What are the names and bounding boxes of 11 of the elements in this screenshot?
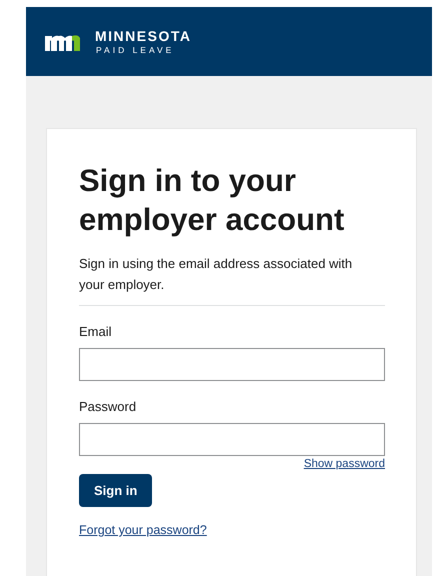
- field-label: Email: [79, 324, 113, 339]
- brand-name: MINNESOTA: [95, 28, 192, 44]
- page-title: Sign in to your employer account: [79, 162, 346, 239]
- intro-text: Sign in using the email address associated with your employer.: [79, 255, 354, 294]
- input-field[interactable]: [79, 348, 385, 381]
- brand-subtitle: PAID LEAVE: [96, 44, 176, 56]
- forgot-password-link[interactable]: Forgot your password?: [79, 523, 207, 537]
- sign-in-button[interactable]: Sign in: [79, 474, 152, 507]
- show-password-link[interactable]: Show password: [304, 458, 385, 470]
- field-label: Password: [79, 399, 138, 414]
- input-field[interactable]: [79, 423, 385, 456]
